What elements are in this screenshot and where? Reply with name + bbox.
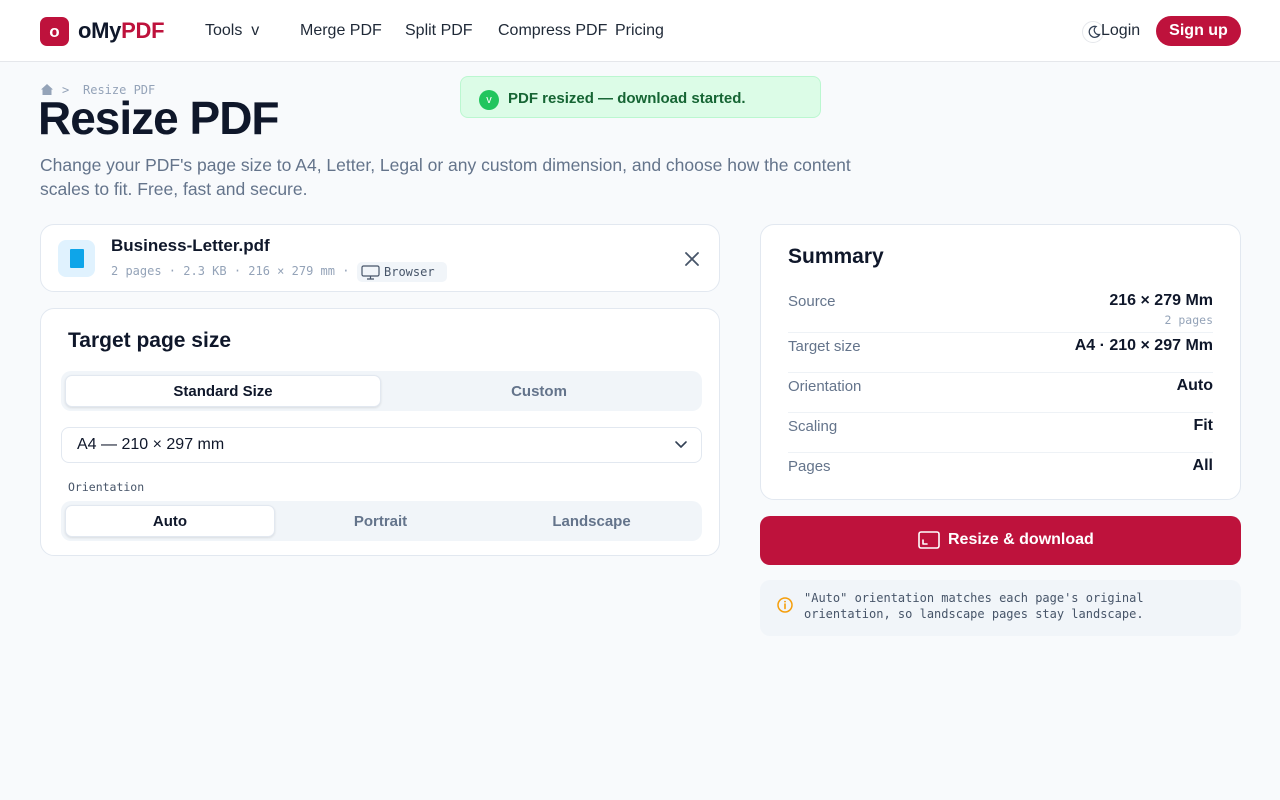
uploaded-file-card: Business-Letter.pdf 2 pages · 2.3 KB · 2… (40, 224, 720, 292)
orientation-auto[interactable]: Auto (65, 505, 275, 537)
top-navbar: o oMyPDF Tools v Merge PDF Split PDF Com… (0, 0, 1280, 62)
target-size-title: Target page size (68, 329, 231, 352)
summary-label: Source (788, 293, 836, 310)
summary-row-target: Target size A4 · 210 × 297 Mm (788, 332, 1213, 372)
resize-download-button[interactable]: Resize & download (760, 516, 1241, 565)
summary-value: Auto (1176, 377, 1213, 394)
processing-location-badge: Browser (357, 262, 447, 282)
orientation-label: Orientation (68, 480, 145, 494)
close-icon (685, 252, 699, 266)
summary-value: 216 × 279 Mm (1109, 292, 1213, 309)
summary-label: Pages (788, 458, 831, 475)
login-link[interactable]: Login (1101, 20, 1140, 42)
orientation-landscape[interactable]: Landscape (486, 505, 697, 537)
logo-accent: PDF (121, 18, 165, 43)
summary-value: Fit (1193, 417, 1213, 434)
badge-label: Browser (384, 265, 435, 279)
summary-value: A4 · 210 × 297 Mm (1074, 337, 1213, 354)
page-size-value: A4 — 210 × 297 mm (77, 436, 225, 453)
summary-row-scaling: Scaling Fit (788, 412, 1213, 452)
monitor-icon (361, 265, 380, 280)
page-subtitle: Change your PDF's page size to A4, Lette… (40, 155, 851, 199)
size-mode-tabs: Standard Size Custom (61, 371, 702, 411)
summary-row-pages: Pages All (788, 452, 1213, 492)
summary-label: Orientation (788, 378, 862, 395)
nav-compress-pdf[interactable]: Compress PDF (498, 20, 607, 42)
info-note-text: "Auto" orientation matches each page's o… (804, 591, 1144, 621)
summary-row-source: Source 216 × 279 Mm 2 pages (788, 291, 1213, 333)
orientation-info-note: "Auto" orientation matches each page's o… (760, 580, 1241, 636)
logo-wordmark[interactable]: oMyPDF (78, 17, 165, 45)
page-title: Resize PDF (38, 92, 280, 144)
resize-icon (918, 531, 940, 549)
tab-standard-size[interactable]: Standard Size (65, 375, 381, 407)
file-meta: 2 pages · 2.3 KB · 216 × 279 mm · (111, 264, 350, 278)
info-icon (777, 597, 793, 613)
summary-label: Target size (788, 338, 861, 355)
file-name: Business-Letter.pdf (111, 236, 270, 255)
target-size-card: Target page size Standard Size Custom A4… (40, 308, 720, 556)
summary-row-orientation: Orientation Auto (788, 372, 1213, 412)
orientation-tabs: Auto Portrait Landscape (61, 501, 702, 541)
toast-message: PDF resized — download started. (508, 90, 746, 107)
summary-card: Summary Source 216 × 279 Mm 2 pages Targ… (760, 224, 1241, 500)
success-toast: v PDF resized — download started. (460, 76, 821, 118)
nav-split-pdf[interactable]: Split PDF (405, 20, 473, 42)
page-size-select[interactable]: A4 — 210 × 297 mm (61, 427, 702, 463)
orientation-portrait[interactable]: Portrait (275, 505, 486, 537)
logo-mark[interactable]: o (40, 17, 69, 46)
summary-sub-value: 2 pages (1164, 313, 1213, 327)
pdf-file-icon (58, 240, 95, 277)
moon-icon (1088, 25, 1101, 38)
summary-title: Summary (788, 245, 884, 268)
logo-prefix: oMy (78, 18, 122, 43)
nav-tools-dropdown[interactable]: Tools v (205, 20, 259, 42)
remove-file-button[interactable] (682, 249, 702, 269)
check-icon: v (479, 90, 499, 110)
cta-label: Resize & download (948, 531, 1094, 548)
nav-pricing[interactable]: Pricing (615, 20, 664, 42)
chevron-down-icon (675, 441, 687, 448)
summary-label: Scaling (788, 418, 838, 435)
tab-custom[interactable]: Custom (381, 375, 697, 407)
signup-button[interactable]: Sign up (1156, 16, 1241, 46)
nav-merge-pdf[interactable]: Merge PDF (300, 20, 382, 42)
summary-value: All (1192, 457, 1213, 474)
